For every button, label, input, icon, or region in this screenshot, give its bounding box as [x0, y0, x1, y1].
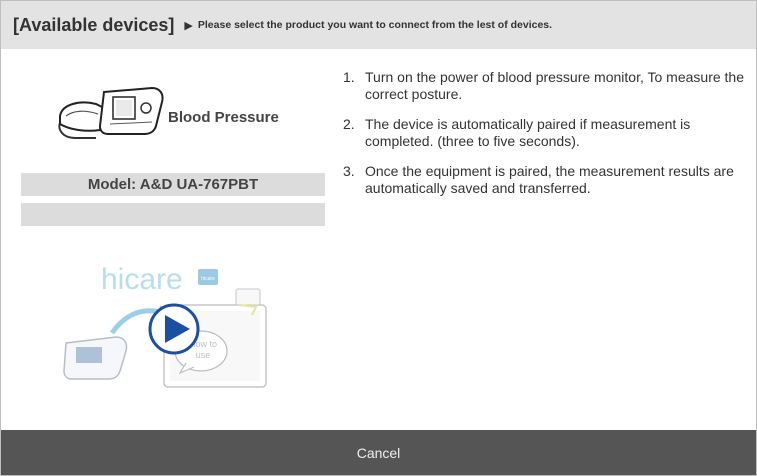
model-label: Model: A&D UA-767PBT [21, 173, 325, 196]
arrow-right-icon: ▶ [184, 19, 193, 32]
dialog-header: [Available devices] ▶ Please select the … [1, 1, 756, 49]
step-item: 2. The device is automatically paired if … [343, 116, 691, 149]
header-instruction: Please select the product you want to co… [197, 19, 553, 31]
dialog-title: [Available devices] [13, 14, 175, 35]
device-name: Blood Pressure [168, 109, 279, 126]
model-text: Model: A&D UA-767PBT [87, 176, 259, 193]
device-dialog: [Available devices] ▶ Please select the … [0, 0, 757, 476]
cancel-label: Cancel [356, 444, 401, 461]
play-icon[interactable] [148, 303, 200, 355]
cancel-button[interactable]: Cancel [1, 430, 756, 475]
hicare-logo: hicare [101, 263, 183, 296]
step-item: 3. Once the equipment is paired, the meas… [343, 163, 734, 196]
instruction-steps: 1. Turn on the power of blood pressure mo… [343, 69, 753, 210]
empty-info-bar [21, 203, 325, 226]
svg-text:use: use [196, 350, 211, 360]
step-item: 1. Turn on the power of blood pressure mo… [343, 69, 744, 102]
how-to-use-video[interactable]: hicare hicare How to use [56, 259, 286, 389]
svg-text:hicare: hicare [201, 276, 215, 282]
